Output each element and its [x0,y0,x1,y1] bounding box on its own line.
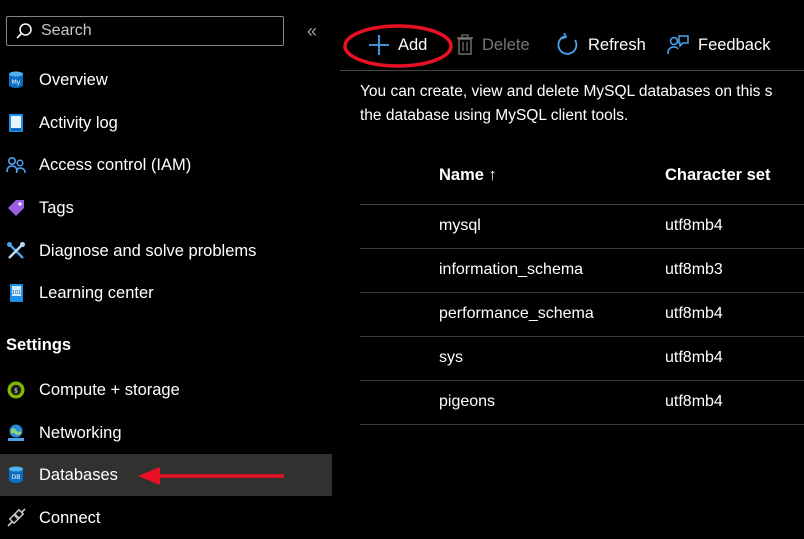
delete-button-label: Delete [482,35,530,54]
trash-icon [457,34,473,55]
activity-log-icon [9,114,23,132]
table-header: Name ↑ Character set [360,148,804,205]
search-box[interactable] [6,16,284,46]
toolbar: Add Delete Refresh Feedback [340,0,804,71]
feedback-button-label: Feedback [698,35,771,54]
description-line-1: You can create, view and delete MySQL da… [360,83,773,100]
cell-name: pigeons [439,393,496,410]
page-description: You can create, view and delete MySQL da… [360,80,804,128]
column-header-name[interactable]: Name ↑ [439,166,497,185]
sidebar-item-label: Tags [39,198,74,217]
plug-icon [7,508,26,527]
collapse-sidebar-button[interactable]: « [302,20,322,42]
database-icon: DB [9,466,23,483]
sidebar-item-label: Diagnose and solve problems [39,241,257,260]
cell-charset: utf8mb4 [665,393,723,410]
search-icon [16,23,32,39]
refresh-button[interactable]: Refresh [556,30,646,60]
column-header-charset[interactable]: Character set [665,166,770,185]
mysql-server-icon: My [9,71,23,88]
sidebar-item-diagnose[interactable]: Diagnose and solve problems [0,230,332,272]
sidebar-item-learning-center[interactable]: 101 Learning center [0,272,332,314]
cell-name: information_schema [439,261,584,278]
sidebar: « My Overview Activity log Access contro… [0,0,332,538]
sidebar-item-label: Learning center [39,283,154,302]
learning-icon: 101 [10,284,23,302]
table-row[interactable]: information_schema utf8mb3 [360,249,804,293]
description-line-2: the database using MySQL client tools. [360,107,629,124]
databases-table: Name ↑ Character set mysql utf8mb4 infor… [360,148,804,425]
sidebar-item-label: Compute + storage [39,380,180,399]
cell-name: sys [439,349,463,366]
delete-button[interactable]: Delete [456,30,530,60]
search-input[interactable] [39,21,273,41]
feedback-icon [667,35,689,55]
main-content: Add Delete Refresh Feedback You can crea… [340,0,804,538]
tag-icon [8,200,24,216]
sidebar-item-compute-storage[interactable]: $ Compute + storage [0,369,332,411]
feedback-button[interactable]: Feedback [666,30,770,60]
sidebar-item-connect[interactable]: Connect [0,497,332,539]
settings-section-header: Settings [6,336,72,354]
annotation-ellipse-icon [343,24,453,68]
sidebar-item-label: Access control (IAM) [39,155,192,174]
cell-charset: utf8mb4 [665,305,723,322]
sidebar-item-access-control[interactable]: Access control (IAM) [0,144,332,186]
cell-name: mysql [439,217,481,234]
svg-text:101: 101 [12,290,22,296]
sidebar-item-activity-log[interactable]: Activity log [0,102,332,144]
wrench-icon [7,242,25,259]
refresh-button-label: Refresh [588,35,646,54]
table-row[interactable]: pigeons utf8mb4 [360,381,804,425]
cell-name: performance_schema [439,305,594,322]
svg-text:My: My [12,79,21,86]
refresh-icon [557,33,578,55]
sidebar-item-label: Databases [39,465,118,484]
globe-icon [8,424,24,441]
sidebar-item-overview[interactable]: My Overview [0,59,332,101]
sidebar-item-tags[interactable]: Tags [0,187,332,229]
table-row[interactable]: mysql utf8mb4 [360,205,804,249]
people-icon [6,156,26,174]
cell-charset: utf8mb4 [665,217,723,234]
table-row[interactable]: performance_schema utf8mb4 [360,293,804,337]
cell-charset: utf8mb3 [665,261,723,278]
table-row[interactable]: sys utf8mb4 [360,337,804,381]
sidebar-item-label: Activity log [39,113,118,132]
compute-icon: $ [7,381,25,399]
sidebar-item-label: Overview [39,70,108,89]
cell-charset: utf8mb4 [665,349,723,366]
svg-text:DB: DB [12,474,21,481]
sidebar-item-label: Connect [39,508,101,527]
svg-text:$: $ [14,388,18,395]
sidebar-item-label: Networking [39,423,122,442]
annotation-arrow-icon [138,467,284,485]
sidebar-item-networking[interactable]: Networking [0,412,332,454]
